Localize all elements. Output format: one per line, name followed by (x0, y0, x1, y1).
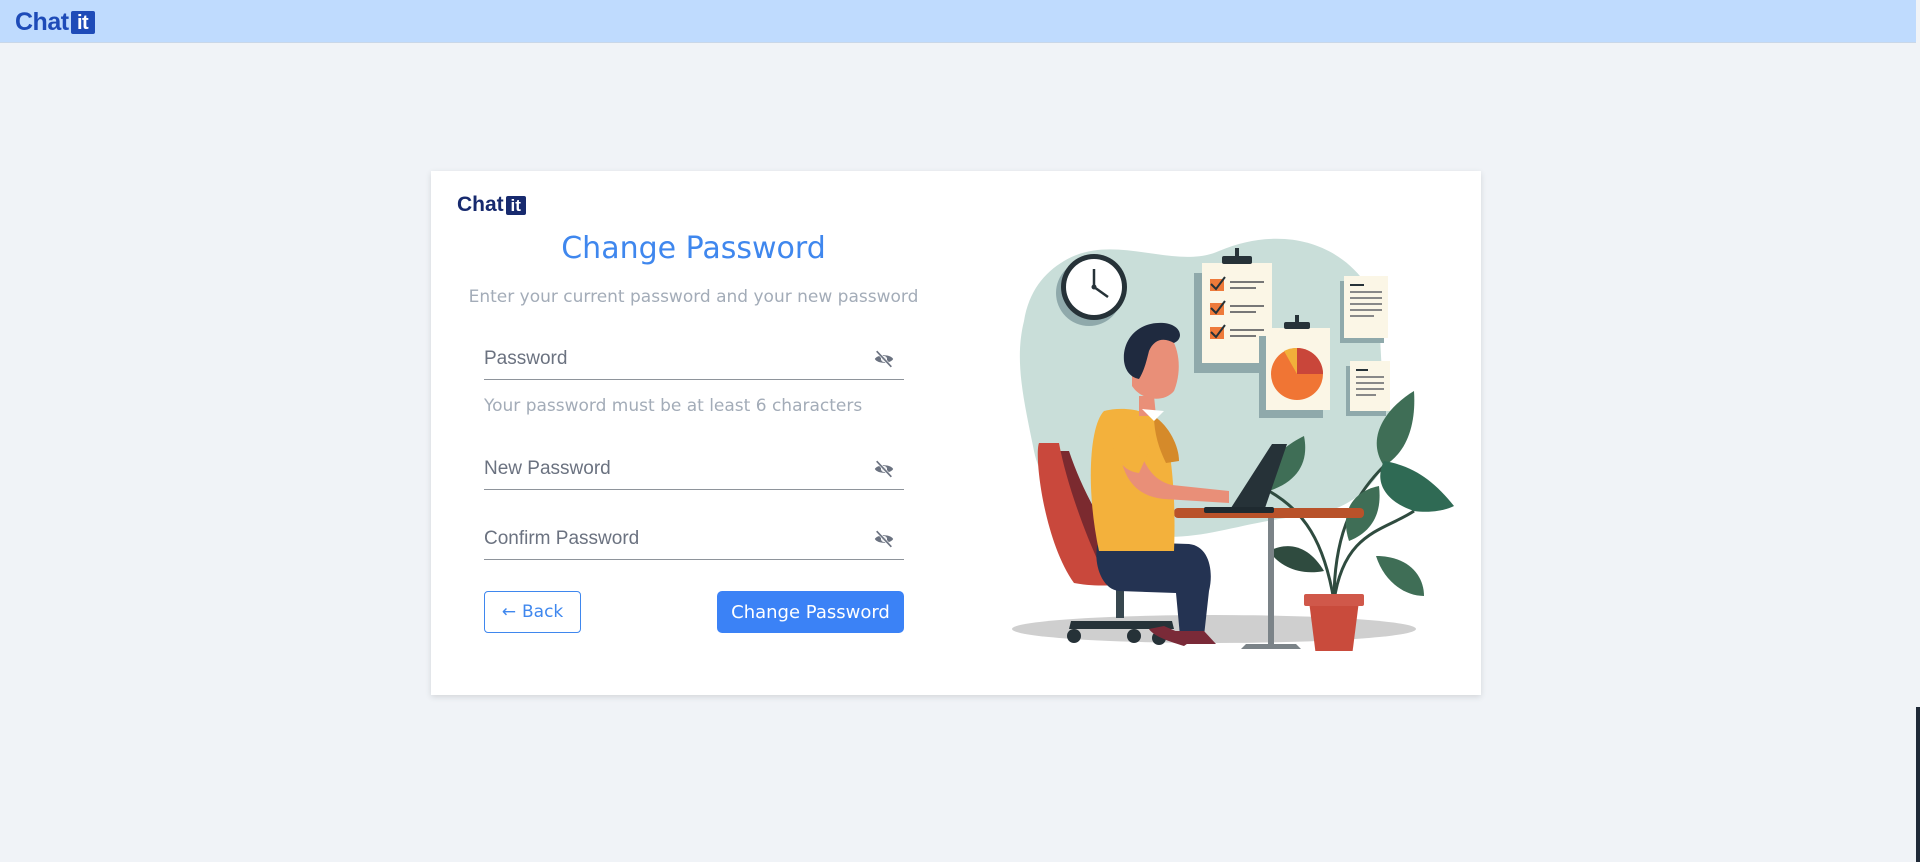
page-scrollbar[interactable] (1916, 0, 1920, 862)
confirm-password-input[interactable] (484, 520, 854, 558)
eye-off-icon[interactable] (872, 348, 896, 370)
password-hint: Your password must be at least 6 charact… (484, 396, 863, 416)
back-button-label: Back (521, 602, 564, 622)
logo-badge: it (70, 11, 95, 34)
card-logo-badge: it (505, 195, 526, 215)
card-logo: Chat it (457, 193, 526, 217)
new-password-field (484, 450, 904, 490)
eye-off-icon[interactable] (872, 528, 896, 550)
person-at-desk-illustration (1012, 238, 1454, 651)
top-app-bar: Chat it (0, 0, 1916, 43)
new-password-input[interactable] (484, 450, 854, 488)
logo-text: Chat (15, 8, 69, 36)
current-password-field (484, 340, 904, 380)
eye-off-icon[interactable] (872, 458, 896, 480)
change-password-button-label: Change Password (731, 601, 890, 623)
current-password-input[interactable] (484, 340, 854, 378)
page-subtitle: Enter your current password and your new… (468, 287, 919, 307)
confirm-password-field (484, 520, 904, 560)
scrollbar-thumb[interactable] (1916, 707, 1920, 862)
arrow-left-icon: ← (501, 602, 516, 622)
change-password-button[interactable]: Change Password (717, 591, 904, 633)
page-title: Change Password (561, 231, 826, 266)
change-password-card: Chat it Change Password Enter your curren… (431, 171, 1481, 695)
app-logo[interactable]: Chat it (15, 8, 95, 37)
back-button[interactable]: ← Back (484, 591, 581, 633)
card-logo-text: Chat (457, 193, 504, 216)
